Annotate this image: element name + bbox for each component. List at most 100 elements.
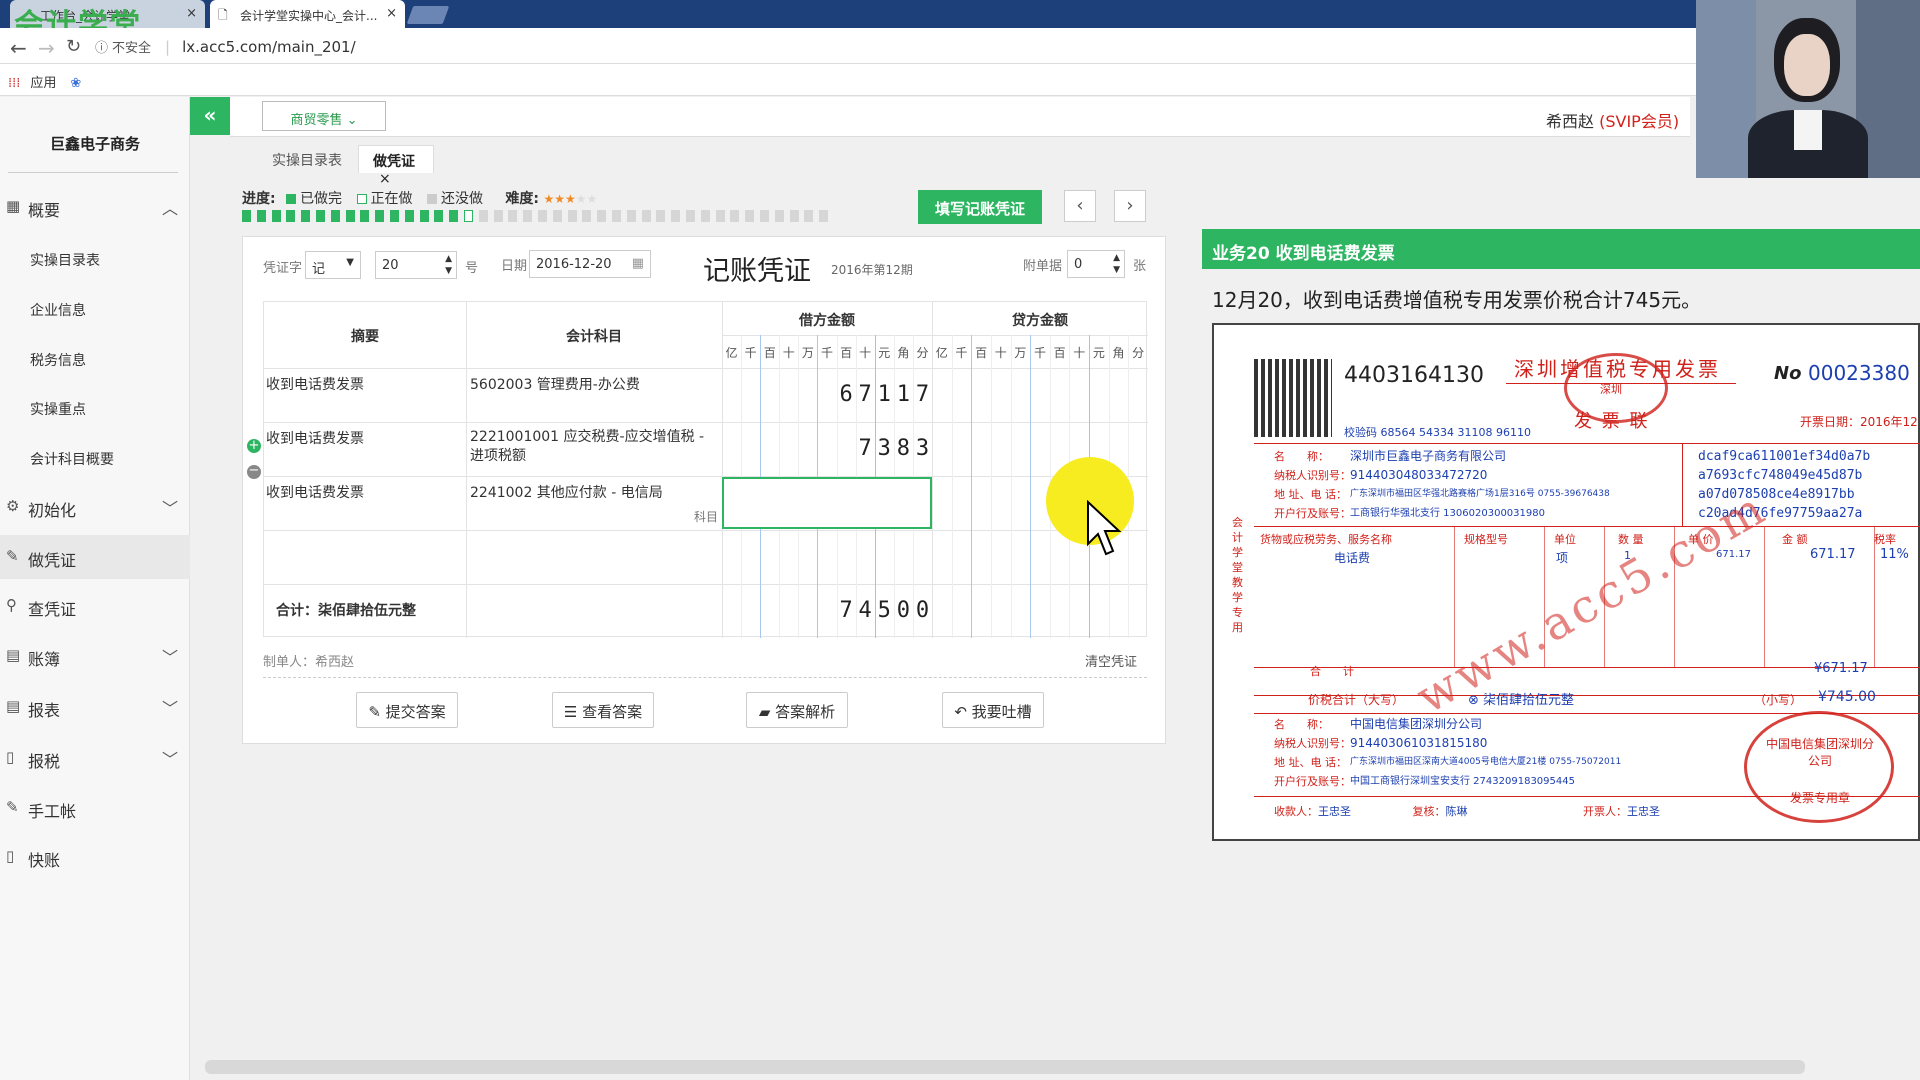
sidebar-item-catalog[interactable]: 实操目录表 (0, 238, 190, 278)
progress-segment[interactable] (626, 210, 636, 222)
progress-segment[interactable] (745, 210, 755, 222)
sidebar-item-ledger[interactable]: ▤ 账簿 ﹀ (0, 634, 190, 678)
prev-button[interactable]: ‹ (1064, 190, 1096, 222)
difficulty-stars: ★★★★★ (543, 191, 597, 207)
debit-digit: 3 (877, 436, 891, 461)
sidebar-item-init[interactable]: ⚙ 初始化 ﹀ (0, 485, 190, 529)
progress-segment[interactable] (804, 210, 814, 222)
progress-segment[interactable] (242, 210, 251, 222)
sidebar-item-make-voucher[interactable]: ✎ 做凭证 (0, 535, 190, 579)
chevron-down-icon: ﹀ (161, 699, 178, 718)
progress-segment[interactable] (597, 210, 607, 222)
progress-segment[interactable] (256, 210, 266, 222)
answer-analysis-button[interactable]: ▰ 答案解析 (746, 692, 848, 728)
complain-button[interactable]: ↶ 我要吐槽 (942, 692, 1044, 728)
attach-input[interactable]: 0 ▲ ▼ (1067, 250, 1125, 278)
sidebar-item-tax-filing[interactable]: ▯ 报税 ﹀ (0, 736, 190, 780)
add-row-icon[interactable]: + (247, 439, 261, 453)
progress-segment[interactable] (567, 210, 577, 222)
progress-segment[interactable] (404, 210, 414, 222)
forward-icon[interactable]: → (38, 36, 55, 60)
progress-segment[interactable] (301, 210, 311, 222)
close-icon[interactable]: × (186, 6, 197, 21)
stepper-icon[interactable]: ▲ ▼ (1113, 252, 1120, 276)
progress-segment[interactable] (330, 210, 340, 222)
progress-segment[interactable] (360, 210, 370, 222)
tab-catalog[interactable]: 实操目录表 (272, 145, 352, 173)
progress-segment[interactable] (345, 210, 355, 222)
user-info[interactable]: 希西赵 (SVIP会员) (1546, 108, 1679, 132)
sidebar-item-overview[interactable]: ▦ 概要 ︿ (0, 185, 190, 229)
progress-segment[interactable] (316, 210, 325, 222)
progress-segment[interactable] (671, 210, 681, 222)
progress-segment[interactable] (700, 210, 710, 222)
progress-segment[interactable] (819, 210, 829, 222)
attach-value: 0 (1074, 257, 1083, 272)
remove-row-icon[interactable]: − (247, 464, 261, 479)
sidebar-item-quick-books[interactable]: ▯ 快账 (0, 835, 190, 879)
url-field[interactable]: ⓘ 不安全 | lx.acc5.com/main_201/ (95, 33, 1695, 59)
industry-dropdown[interactable]: 商贸零售 ⌄ (262, 101, 386, 131)
progress-segment[interactable] (375, 210, 385, 222)
reload-icon[interactable]: ↻ (66, 36, 81, 57)
progress-segment[interactable] (582, 210, 592, 222)
submit-answer-button[interactable]: ✎ 提交答案 (356, 692, 458, 728)
progress-segment[interactable] (493, 210, 503, 222)
progress-segment[interactable] (538, 210, 547, 222)
sidebar-item-reports[interactable]: ▤ 报表 ﹀ (0, 685, 190, 729)
sidebar-item-tax-info[interactable]: 税务信息 (0, 338, 190, 378)
baidu-paw-icon[interactable]: ❀ (70, 76, 81, 91)
browser-tab-practice[interactable]: 🗋 会计学堂实操中心_会计... × (210, 0, 405, 28)
sidebar-item-manual-books[interactable]: ✎ 手工帐 (0, 786, 190, 830)
buyer-values: 深圳市巨鑫电子商务有限公司 914403048033472720 广东深圳市福田… (1350, 449, 1610, 519)
progress-segment[interactable] (434, 210, 444, 222)
bookmark-apps[interactable]: 应用 (30, 76, 56, 91)
progress-segment[interactable] (286, 210, 296, 222)
progress-segment[interactable] (449, 210, 459, 222)
progress-segment[interactable] (656, 210, 666, 222)
sidebar-item-query-voucher[interactable]: ⚲ 查凭证 (0, 584, 190, 628)
progress-segment[interactable] (508, 210, 518, 222)
fill-voucher-button[interactable]: 填写记账凭证 (918, 190, 1042, 224)
voucher-period: 2016年第12期 (831, 263, 913, 277)
new-tab-button[interactable] (406, 6, 450, 24)
voucher-number-input[interactable]: 20 ▲ ▼ (375, 251, 457, 279)
close-icon[interactable]: × (379, 171, 391, 187)
tab-make-voucher[interactable]: 做凭证 × (358, 145, 434, 187)
calendar-icon[interactable]: ▦ (632, 256, 644, 271)
progress-segment[interactable] (641, 210, 651, 222)
view-answer-button[interactable]: ☰ 查看答案 (552, 692, 654, 728)
close-icon[interactable]: × (386, 6, 397, 21)
progress-segment[interactable] (478, 210, 488, 222)
progress-segment[interactable] (523, 210, 533, 222)
collapse-sidebar-button[interactable]: « (190, 97, 230, 135)
sidebar-item-company-info[interactable]: 企业信息 (0, 288, 190, 328)
progress-segment[interactable] (760, 210, 769, 222)
grand-small: ¥745.00 (1818, 689, 1876, 705)
next-button[interactable]: › (1114, 190, 1146, 222)
info-icon[interactable]: ⓘ (95, 41, 108, 56)
progress-segment[interactable] (789, 210, 799, 222)
total-label: 合 计 (1310, 665, 1354, 678)
back-icon[interactable]: ← (10, 36, 27, 60)
voucher-word-select[interactable]: 记 ▼ (305, 251, 361, 279)
sidebar-item-label: 初始化 (28, 501, 77, 520)
progress-segment[interactable] (419, 210, 429, 222)
progress-segment[interactable] (464, 210, 473, 222)
progress-segment[interactable] (552, 210, 562, 222)
progress-segment[interactable] (271, 210, 281, 222)
horizontal-scrollbar[interactable] (205, 1060, 1805, 1074)
progress-segment[interactable] (686, 210, 695, 222)
date-input[interactable]: 2016-12-20 ▦ (529, 250, 651, 278)
apps-grid-icon[interactable]: ⁞⁞⁞ (8, 76, 20, 91)
sidebar-item-key-points[interactable]: 实操重点 (0, 387, 190, 427)
clear-voucher-link[interactable]: 清空凭证 (1085, 651, 1137, 670)
progress-segment[interactable] (774, 210, 784, 222)
debit-digit: 7 (858, 436, 872, 461)
progress-segment[interactable] (612, 210, 621, 222)
sidebar-item-accounts-overview[interactable]: 会计科目概要 (0, 437, 190, 477)
progress-segment[interactable] (730, 210, 740, 222)
stepper-icon[interactable]: ▲ ▼ (445, 253, 452, 277)
progress-segment[interactable] (390, 210, 399, 222)
progress-segment[interactable] (715, 210, 725, 222)
